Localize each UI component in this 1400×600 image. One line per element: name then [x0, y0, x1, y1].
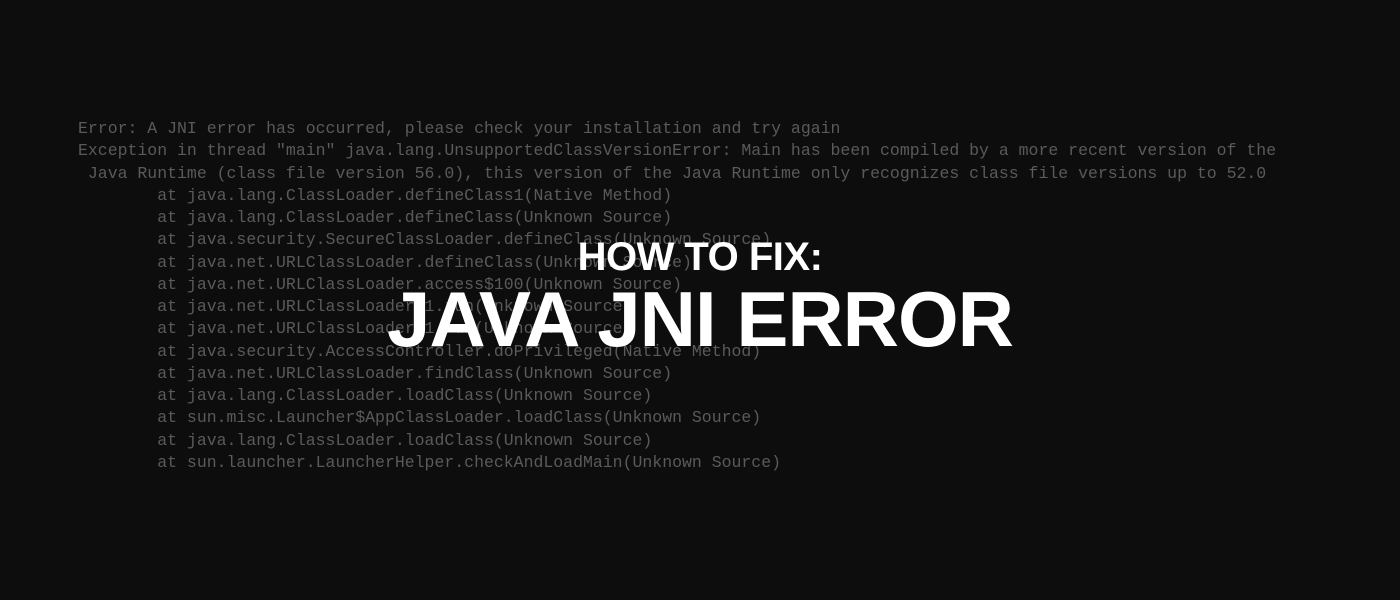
- stack-trace-line: at java.net.URLClassLoader.findClass(Unk…: [78, 364, 672, 383]
- stack-trace-line: at sun.misc.Launcher$AppClassLoader.load…: [78, 408, 761, 427]
- stack-trace-line: at sun.launcher.LauncherHelper.checkAndL…: [78, 453, 781, 472]
- exception-cont: Java Runtime (class file version 56.0), …: [78, 164, 1266, 183]
- stack-trace-line: at java.lang.ClassLoader.loadClass(Unkno…: [78, 386, 652, 405]
- stack-trace-line: at java.lang.ClassLoader.loadClass(Unkno…: [78, 431, 652, 450]
- stack-trace-line: at java.lang.ClassLoader.defineClass(Unk…: [78, 208, 672, 227]
- title-main: JAVA JNI ERROR: [387, 274, 1013, 365]
- exception-line: Exception in thread "main" java.lang.Uns…: [78, 141, 1276, 160]
- stack-trace-line: at java.lang.ClassLoader.defineClass1(Na…: [78, 186, 672, 205]
- error-line: Error: A JNI error has occurred, please …: [78, 119, 840, 138]
- title-overlay: HOW TO FIX: JAVA JNI ERROR: [387, 235, 1013, 365]
